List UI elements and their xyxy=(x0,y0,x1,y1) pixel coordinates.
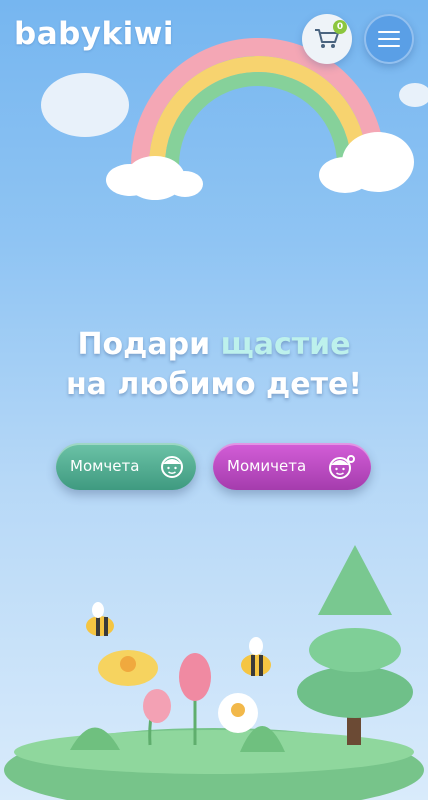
cart-button[interactable]: 0 xyxy=(302,14,352,64)
bee-right xyxy=(241,637,271,676)
boys-button[interactable]: Момчета xyxy=(56,443,196,490)
hamburger-icon xyxy=(378,45,400,47)
brand-logo[interactable]: babykiwi xyxy=(14,16,174,52)
cart-count-badge: 0 xyxy=(333,20,347,34)
girls-button[interactable]: Момичета xyxy=(213,443,371,490)
boys-button-label: Момчета xyxy=(70,457,140,475)
pine-tree xyxy=(297,545,413,745)
hero-title-line2: на любимо дете! xyxy=(65,367,363,402)
boy-face-icon xyxy=(161,456,183,478)
hero-title-accent: щастие xyxy=(220,327,351,362)
hamburger-icon xyxy=(378,38,400,40)
menu-button[interactable] xyxy=(364,14,414,64)
hero-title-line1: Подари xyxy=(77,327,221,362)
girls-button-label: Момичета xyxy=(227,457,307,475)
hero-title: Подари щастие на любимо дете! xyxy=(0,325,428,405)
bee-left xyxy=(86,602,114,636)
hamburger-icon xyxy=(378,31,400,33)
site-header: babykiwi 0 xyxy=(0,0,428,70)
girl-face-icon xyxy=(329,455,355,479)
